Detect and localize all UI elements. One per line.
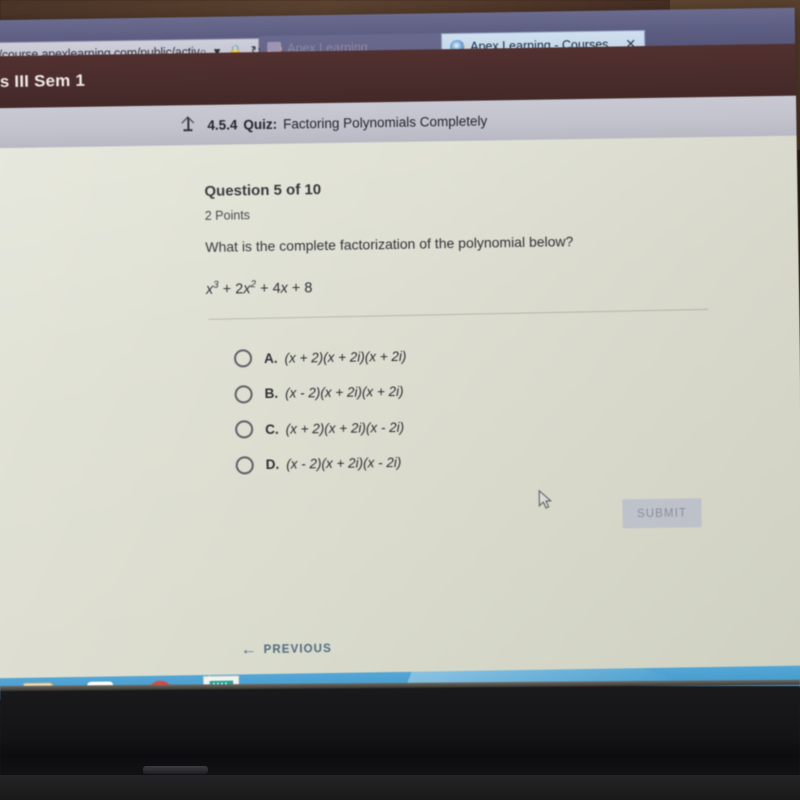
photograph-of-laptop-screen: ps://course.apexlearning.com/public/acti…	[0, 0, 800, 800]
answer-choice-d[interactable]: D. (x - 2)(x + 2i)(x - 2i)	[235, 450, 409, 477]
submit-button[interactable]: SUBMIT	[622, 498, 702, 529]
course-title: atics III Sem 1	[0, 70, 86, 92]
return-up-icon[interactable]	[180, 117, 196, 133]
answer-choice-b[interactable]: B. (x - 2)(x + 2i)(x + 2i)	[234, 379, 407, 406]
previous-button[interactable]: ← PREVIOUS	[240, 641, 332, 659]
arrow-left-icon: ←	[240, 641, 257, 659]
answer-text: (x - 2)(x + 2i)(x - 2i)	[286, 454, 402, 472]
polynomial-term: x3	[205, 279, 219, 298]
answer-text: (x + 2)(x + 2i)(x - 2i)	[285, 419, 405, 437]
question-polynomial: x3 + 2x2 + 4x + 8	[205, 271, 746, 298]
quiz-number: 4.5.4	[207, 116, 238, 133]
radio-button[interactable]	[235, 455, 254, 474]
answer-letter: D.	[265, 456, 280, 473]
previous-label: PREVIOUS	[263, 643, 332, 657]
polynomial-term: + 4	[255, 280, 281, 297]
answer-choice-list: A. (x + 2)(x + 2i)(x + 2i) B. (x - 2)(x …	[233, 344, 409, 489]
answer-letter: A.	[263, 350, 278, 366]
answer-letter: C.	[265, 421, 279, 437]
quiz-type-label: Quiz:	[243, 116, 278, 132]
quiz-name: Factoring Polynomials Completely	[283, 113, 488, 132]
laptop-hinge-left	[143, 766, 208, 773]
radio-button[interactable]	[233, 349, 253, 368]
quiz-page: Question 5 of 10 2 Points What is the co…	[0, 135, 800, 679]
answer-text: (x + 2)(x + 2i)(x + 2i)	[284, 348, 407, 366]
laptop-screen: ps://course.apexlearning.com/public/acti…	[0, 7, 800, 701]
question-points: 2 Points	[204, 208, 251, 223]
answer-text: (x - 2)(x + 2i)(x + 2i)	[284, 383, 404, 401]
radio-button[interactable]	[234, 384, 253, 404]
laptop-bezel-edge	[0, 775, 800, 800]
quiz-title-group: 4.5.4 Quiz: Factoring Polynomials Comple…	[180, 113, 487, 134]
answer-choice-a[interactable]: A. (x + 2)(x + 2i)(x + 2i)	[233, 344, 407, 371]
polynomial-term: + 8	[287, 280, 313, 297]
section-divider	[208, 308, 709, 320]
answer-letter: B.	[264, 385, 279, 402]
polynomial-term: x2	[243, 279, 257, 298]
question-prompt: What is the complete factorization of th…	[205, 233, 574, 255]
answer-choice-c[interactable]: C. (x + 2)(x + 2i)(x - 2i)	[235, 415, 408, 442]
radio-button[interactable]	[235, 420, 254, 439]
question-block: Question 5 of 10 2 Points What is the co…	[204, 174, 746, 298]
mouse-cursor	[538, 489, 553, 509]
polynomial-term: + 2	[218, 281, 244, 298]
question-heading: Question 5 of 10	[204, 181, 322, 200]
